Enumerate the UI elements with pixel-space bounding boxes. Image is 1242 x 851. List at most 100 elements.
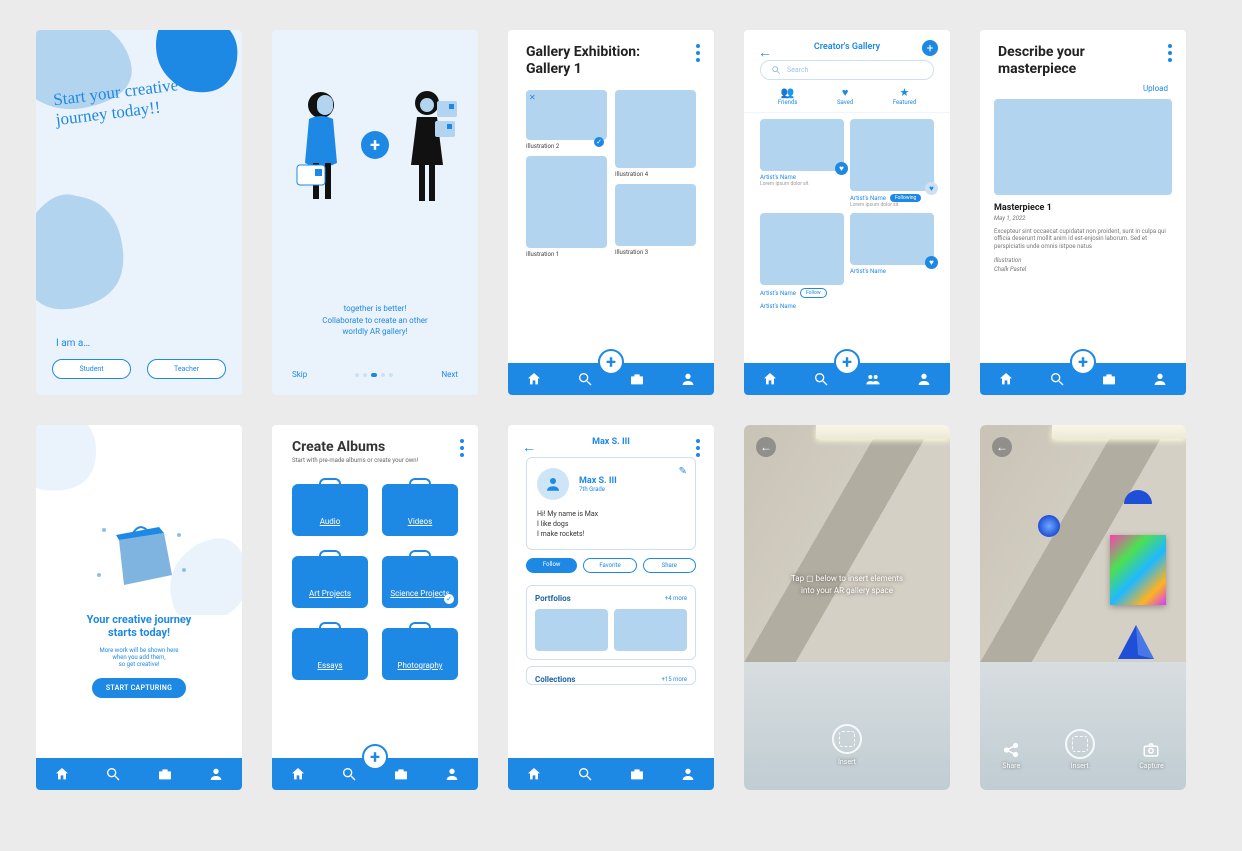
ar-share-button[interactable]: Share [1002, 741, 1020, 770]
album-science-projects[interactable]: Science Projects [382, 556, 458, 608]
heart-icon[interactable]: ♥ [925, 256, 938, 269]
briefcase-icon[interactable] [629, 766, 645, 782]
user-icon[interactable] [1152, 371, 1168, 387]
search-icon[interactable] [813, 371, 829, 387]
album-audio[interactable]: Audio [292, 484, 368, 536]
user-icon[interactable] [916, 371, 932, 387]
fab-add[interactable]: + [1070, 349, 1096, 375]
more-menu-icon[interactable] [696, 439, 700, 457]
page-title: Create Albums [292, 439, 458, 455]
follow-button[interactable]: Follow [526, 558, 577, 573]
search-icon [771, 65, 781, 75]
ar-shape-sphere[interactable] [1038, 515, 1060, 537]
back-icon[interactable]: ← [992, 437, 1012, 457]
user-icon[interactable] [208, 766, 224, 782]
home-icon[interactable] [998, 371, 1014, 387]
tab-featured[interactable]: ★Featured [893, 86, 917, 106]
masterpiece-image[interactable] [994, 99, 1172, 195]
home-icon[interactable] [526, 371, 542, 387]
collections-more[interactable]: +15 more [662, 676, 687, 683]
follow-badge[interactable]: Follow [800, 288, 827, 298]
avatar [537, 468, 569, 500]
fab-add[interactable]: + [598, 349, 624, 375]
more-menu-icon[interactable] [696, 44, 700, 62]
edit-icon[interactable]: ✎ [679, 466, 687, 477]
album-videos[interactable]: Videos [382, 484, 458, 536]
home-icon[interactable] [526, 766, 542, 782]
next-button[interactable]: Next [441, 370, 458, 379]
search-input[interactable]: Search [760, 60, 934, 80]
artwork-thumb[interactable] [760, 213, 844, 285]
portfolio-thumb[interactable] [535, 609, 608, 651]
heart-icon[interactable]: ♥ [925, 182, 938, 195]
share-button[interactable]: Share [643, 558, 696, 573]
home-icon[interactable] [762, 371, 778, 387]
portfolio-thumb[interactable] [614, 609, 687, 651]
artwork-thumb[interactable]: ♥ [760, 119, 844, 171]
section-portfolios: Portfolios [535, 594, 571, 603]
user-icon[interactable] [444, 766, 460, 782]
screen-profile: ← Max S. III ✎ Max S. III 7th Grade Hi! … [508, 425, 714, 790]
user-icon[interactable] [680, 766, 696, 782]
tab-saved[interactable]: ♥Saved [837, 86, 853, 106]
thumb-illustration-2[interactable] [526, 90, 607, 140]
artwork-thumb[interactable]: ♥ [850, 213, 934, 265]
user-icon[interactable] [680, 371, 696, 387]
portfolios-more[interactable]: +4 more [665, 595, 687, 602]
album-photography[interactable]: Photography [382, 628, 458, 680]
back-icon[interactable]: ← [758, 44, 772, 61]
ar-capture-button[interactable]: Capture [1139, 741, 1163, 770]
ar-shape-pyramid[interactable] [1116, 623, 1156, 663]
screen-create-albums: Create Albums Start with pre-made albums… [272, 425, 478, 790]
briefcase-icon[interactable] [157, 766, 173, 782]
fab-add[interactable]: + [362, 744, 388, 770]
screen-creators-gallery: ← Creator's Gallery + Search 👥Friends ♥S… [744, 30, 950, 395]
search-icon[interactable] [577, 766, 593, 782]
thumb-illustration-1[interactable] [526, 156, 607, 248]
album-essays[interactable]: Essays [292, 628, 368, 680]
add-icon[interactable]: + [922, 40, 938, 56]
thumb-illustration-4[interactable] [615, 90, 696, 168]
home-icon[interactable] [54, 766, 70, 782]
back-icon[interactable]: ← [756, 437, 776, 457]
briefcase-icon[interactable] [1101, 371, 1117, 387]
search-icon[interactable] [105, 766, 121, 782]
bag-illustration [36, 515, 242, 595]
search-icon[interactable] [1049, 371, 1065, 387]
more-menu-icon[interactable] [1168, 44, 1172, 62]
following-badge[interactable]: Following [890, 194, 921, 202]
screens-grid: Start your creative journey today!! I am… [36, 30, 1206, 790]
briefcase-icon[interactable] [629, 371, 645, 387]
search-icon[interactable] [577, 371, 593, 387]
briefcase-icon[interactable] [393, 766, 409, 782]
tagline-l1: together is better! [272, 303, 478, 314]
tagline-l2: Collaborate to create an other [272, 315, 478, 326]
ar-insert-button[interactable]: Insert [1065, 729, 1095, 770]
role-teacher-button[interactable]: Teacher [147, 359, 226, 379]
ar-shape-semicircle[interactable] [1124, 490, 1152, 518]
role-student-button[interactable]: Student [52, 359, 131, 379]
home-icon[interactable] [290, 766, 306, 782]
bottom-nav [508, 758, 714, 790]
screen-gallery-exhibition: Gallery Exhibition: Gallery 1 ✕ ✓ Illust… [508, 30, 714, 395]
search-icon[interactable] [341, 766, 357, 782]
more-menu-icon[interactable] [460, 439, 464, 457]
description-text: Excepteur sint occaecat cupidatat non pr… [994, 228, 1172, 251]
favorite-button[interactable]: Favorite [583, 558, 636, 573]
upload-button[interactable]: Upload [980, 84, 1186, 93]
artwork-thumb[interactable]: ♥ [850, 119, 934, 191]
album-art-projects[interactable]: Art Projects [292, 556, 368, 608]
close-icon[interactable]: ✕ [529, 93, 536, 102]
start-capturing-button[interactable]: START CAPTURING [92, 678, 186, 698]
heart-icon[interactable]: ♥ [835, 162, 848, 175]
back-icon[interactable]: ← [522, 439, 536, 456]
fab-add[interactable]: + [834, 349, 860, 375]
section-collections: Collections [535, 675, 575, 684]
page-title: Describe your masterpiece [980, 30, 1186, 84]
skip-button[interactable]: Skip [292, 370, 307, 379]
thumb-illustration-3[interactable] [615, 184, 696, 246]
group-icon[interactable] [865, 371, 881, 387]
tab-friends[interactable]: 👥Friends [778, 86, 798, 106]
ar-insert-button[interactable]: Insert [832, 724, 862, 766]
ar-artwork[interactable] [1110, 535, 1166, 605]
